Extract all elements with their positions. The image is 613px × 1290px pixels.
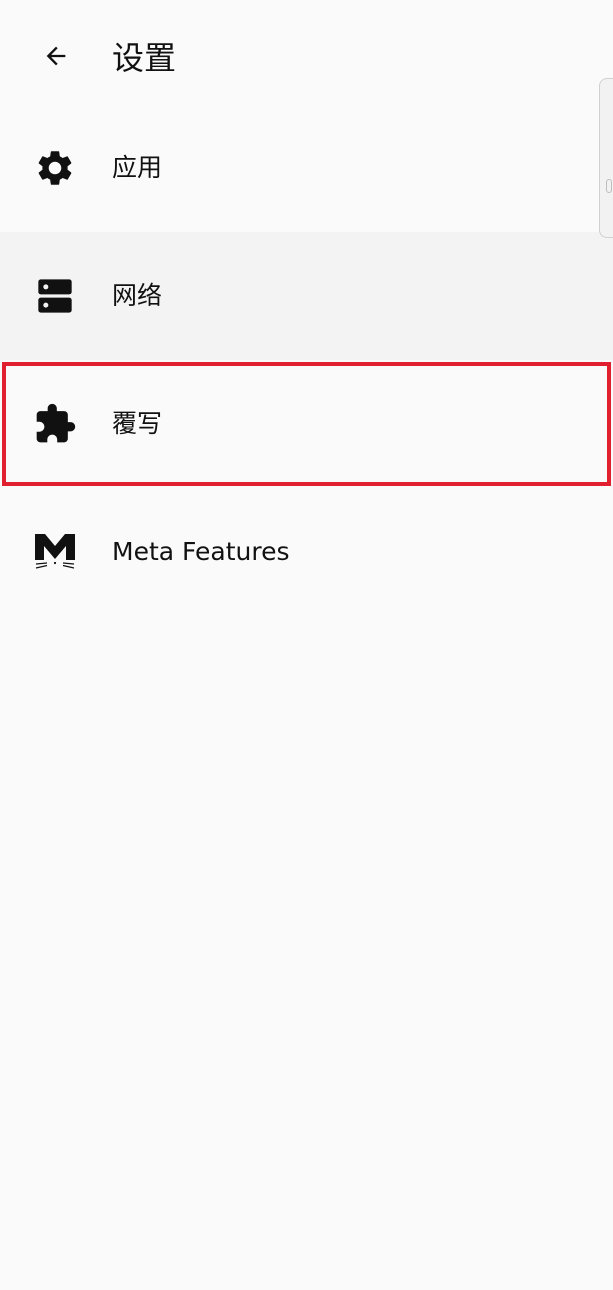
edge-handle-icon — [606, 179, 612, 193]
gear-icon — [33, 146, 77, 190]
back-button[interactable] — [36, 38, 76, 78]
menu-item-label: Meta Features — [112, 537, 290, 566]
puzzle-icon — [33, 402, 77, 446]
menu-item-network[interactable]: 网络 — [0, 232, 613, 360]
settings-menu: 应用 网络 覆写 Meta Features — [0, 104, 613, 616]
page-title: 设置 — [112, 39, 177, 77]
meta-cat-logo-icon — [33, 530, 77, 574]
menu-item-override[interactable]: 覆写 — [0, 360, 613, 488]
settings-screen: 设置 应用 网络 覆写 Meta Features — [0, 0, 613, 1290]
edge-panel-handle[interactable] — [599, 78, 613, 238]
menu-item-meta-features[interactable]: Meta Features — [0, 488, 613, 616]
arrow-left-icon — [42, 42, 70, 74]
server-icon — [33, 274, 77, 318]
app-bar: 设置 — [0, 0, 613, 112]
menu-item-apps[interactable]: 应用 — [0, 104, 613, 232]
menu-item-label: 网络 — [112, 281, 163, 310]
menu-item-label: 应用 — [112, 153, 163, 182]
menu-item-label: 覆写 — [112, 409, 163, 438]
